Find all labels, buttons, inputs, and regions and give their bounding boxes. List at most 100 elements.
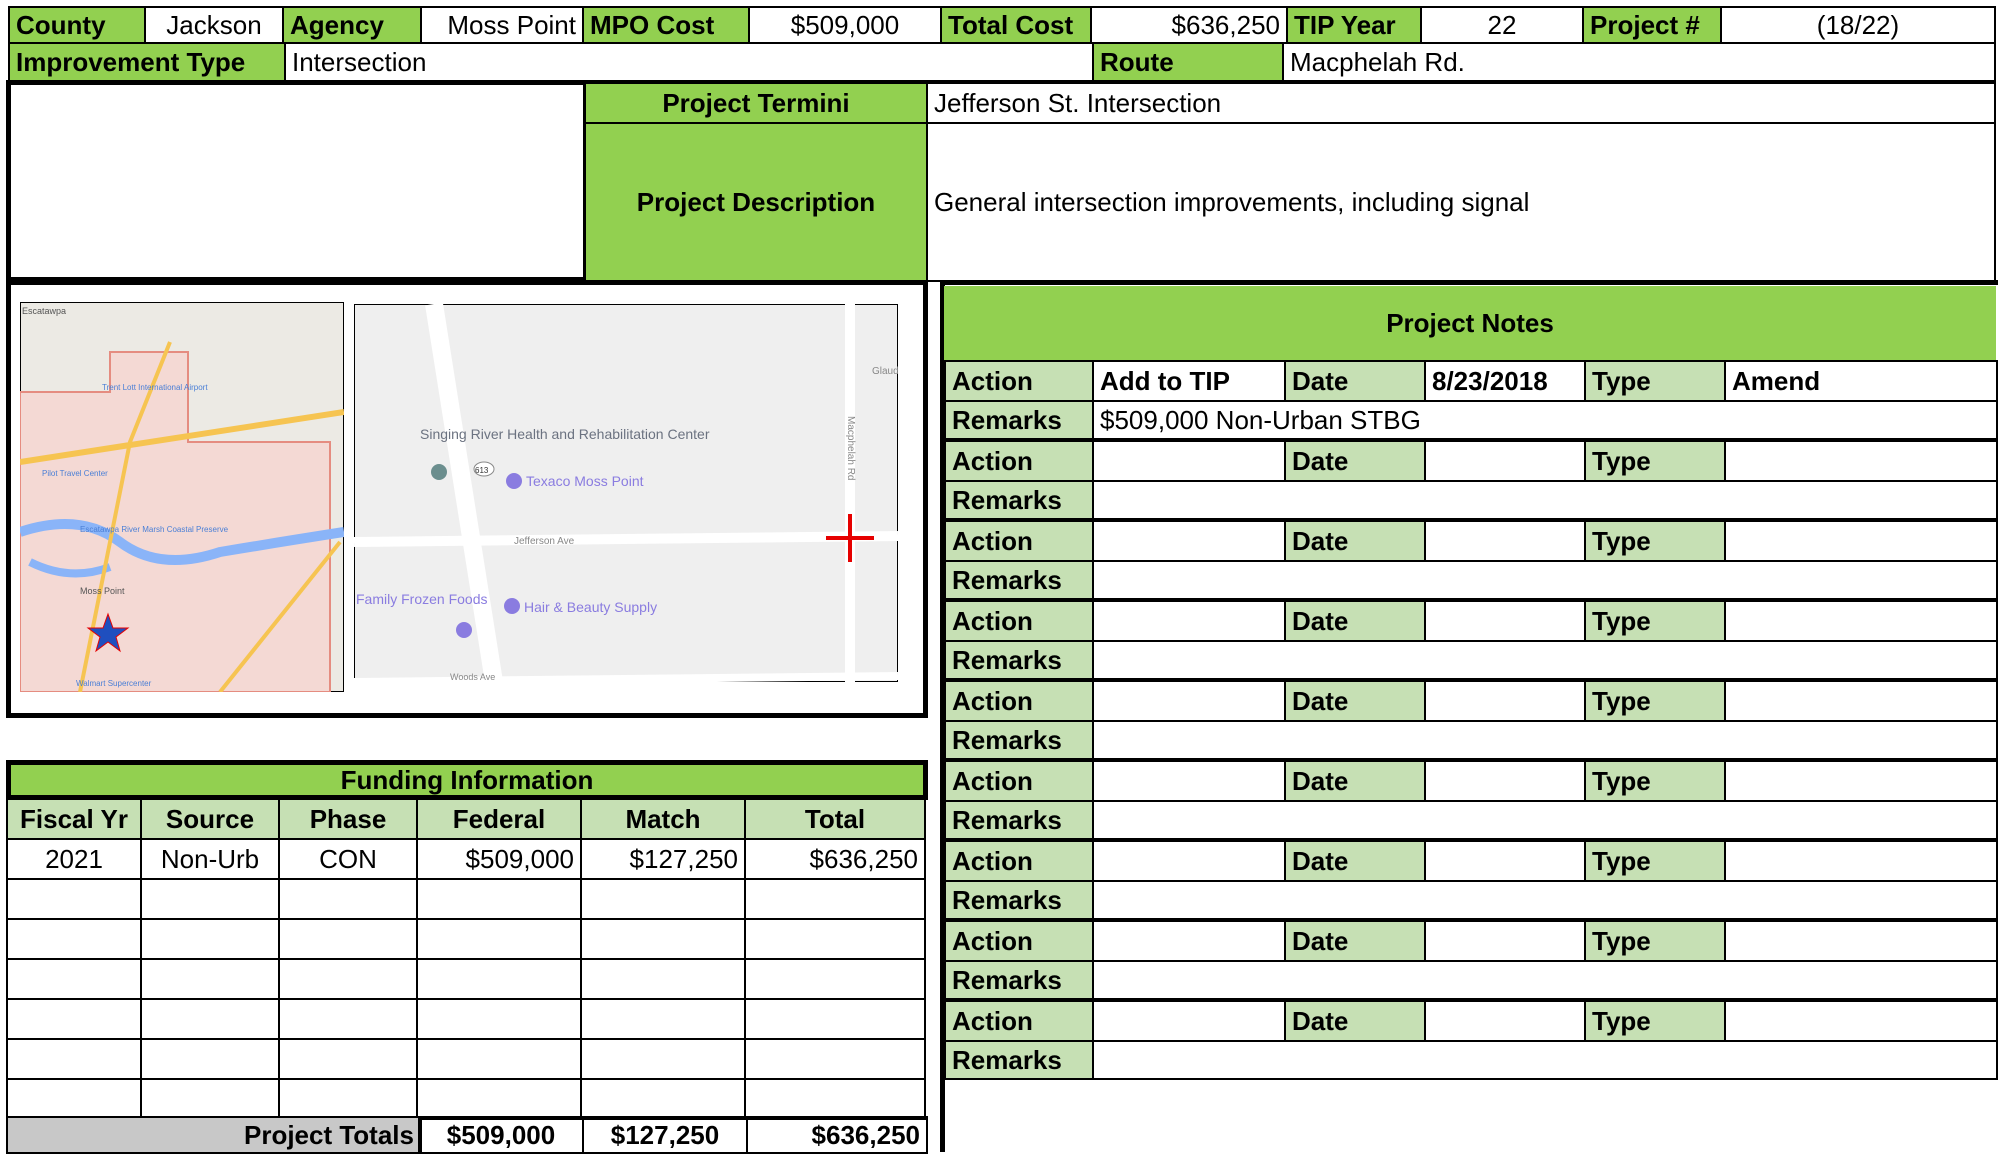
date-label: Date	[1284, 680, 1426, 722]
funding-cell: $509,000	[416, 838, 582, 880]
date-value	[1424, 680, 1586, 722]
action-label: Action	[944, 600, 1094, 642]
funding-cell	[580, 918, 746, 960]
type-label: Type	[1584, 840, 1726, 882]
remarks-label: Remarks	[944, 560, 1094, 600]
funding-cell	[416, 1038, 582, 1080]
funding-cell: $127,250	[580, 838, 746, 880]
remarks-value	[1092, 720, 1998, 760]
type-label: Type	[1584, 360, 1726, 402]
action-value	[1092, 920, 1286, 962]
funding-header: Fiscal Yr	[6, 798, 142, 840]
type-label: Type	[1584, 1000, 1726, 1042]
funding-cell	[416, 878, 582, 920]
funding-cell	[140, 918, 280, 960]
funding-cell: CON	[278, 838, 418, 880]
map-label-pilot: Pilot Travel Center	[42, 469, 108, 478]
date-value	[1424, 840, 1586, 882]
funding-cell	[744, 958, 926, 1000]
total-cost-label: Total Cost	[940, 6, 1092, 44]
improvement-type-value: Intersection	[284, 42, 1094, 82]
beauty-pin-icon	[504, 598, 520, 614]
action-label: Action	[944, 360, 1094, 402]
type-value	[1724, 680, 1998, 722]
county-label: County	[8, 6, 146, 44]
date-label: Date	[1284, 760, 1426, 802]
funding-cell	[580, 958, 746, 1000]
map-label-woods: Woods Ave	[450, 672, 495, 682]
action-label: Action	[944, 520, 1094, 562]
funding-cell	[6, 878, 142, 920]
date-value	[1424, 520, 1586, 562]
funding-cell	[6, 998, 142, 1040]
funding-cell	[6, 1038, 142, 1080]
project-termini-label: Project Termini	[584, 82, 928, 124]
remarks-value	[1092, 800, 1998, 840]
hospital-pin-icon	[431, 464, 447, 480]
regional-map: Escatawpa Trent Lott International Airpo…	[20, 302, 344, 692]
action-value	[1092, 680, 1286, 722]
agency-value: Moss Point	[420, 6, 584, 44]
type-value	[1724, 920, 1998, 962]
date-label: Date	[1284, 1000, 1426, 1042]
funding-cell	[278, 998, 418, 1040]
remarks-label: Remarks	[944, 480, 1094, 520]
remarks-value	[1092, 560, 1998, 600]
funding-cell	[580, 1078, 746, 1120]
date-label: Date	[1284, 440, 1426, 482]
funding-header: Federal	[416, 798, 582, 840]
total-federal: $509,000	[418, 1116, 584, 1154]
map-label-macphelah: Macphelah Rd	[845, 416, 856, 480]
funding-header: Source	[140, 798, 280, 840]
action-label: Action	[944, 920, 1094, 962]
project-number-value: (18/22)	[1720, 6, 1996, 44]
remarks-value	[1092, 1040, 1998, 1080]
funding-cell: 2021	[6, 838, 142, 880]
type-label: Type	[1584, 440, 1726, 482]
project-description-label: Project Description	[584, 122, 928, 282]
funding-cell	[580, 998, 746, 1040]
funding-cell	[744, 1038, 926, 1080]
remarks-value	[1092, 640, 1998, 680]
action-label: Action	[944, 1000, 1094, 1042]
project-description-value: General intersection improvements, inclu…	[926, 122, 1996, 282]
improvement-type-label: Improvement Type	[8, 42, 286, 82]
map-label-613: 613	[475, 466, 489, 475]
type-value	[1724, 440, 1998, 482]
funding-cell: Non-Urb	[140, 838, 280, 880]
date-value	[1424, 600, 1586, 642]
total-match: $127,250	[582, 1116, 748, 1154]
date-label: Date	[1284, 600, 1426, 642]
store-pin-icon	[456, 622, 472, 638]
type-label: Type	[1584, 920, 1726, 962]
action-value	[1092, 760, 1286, 802]
funding-cell	[580, 1038, 746, 1080]
type-label: Type	[1584, 600, 1726, 642]
project-totals-label: Project Totals	[6, 1116, 422, 1154]
funding-cell	[744, 878, 926, 920]
agency-label: Agency	[282, 6, 422, 44]
funding-header: Match	[580, 798, 746, 840]
type-value: Amend	[1724, 360, 1998, 402]
date-label: Date	[1284, 920, 1426, 962]
route-label: Route	[1092, 42, 1284, 82]
funding-title: Funding Information	[6, 760, 928, 800]
blank-panel	[6, 80, 588, 282]
funding-cell	[140, 878, 280, 920]
detail-map: Singing River Health and Rehabilitation …	[354, 304, 898, 682]
funding-cell	[744, 998, 926, 1040]
tip-year-value: 22	[1420, 6, 1584, 44]
map-label-glaud: Glaud	[872, 366, 898, 377]
type-value	[1724, 600, 1998, 642]
map-label-jefferson: Jefferson Ave	[514, 536, 575, 547]
action-label: Action	[944, 760, 1094, 802]
date-value	[1424, 1000, 1586, 1042]
funding-cell	[278, 878, 418, 920]
funding-cell	[6, 1078, 142, 1120]
action-value	[1092, 1000, 1286, 1042]
type-label: Type	[1584, 680, 1726, 722]
mpo-cost-value: $509,000	[748, 6, 942, 44]
funding-header: Total	[744, 798, 926, 840]
date-value: 8/23/2018	[1424, 360, 1586, 402]
type-label: Type	[1584, 760, 1726, 802]
